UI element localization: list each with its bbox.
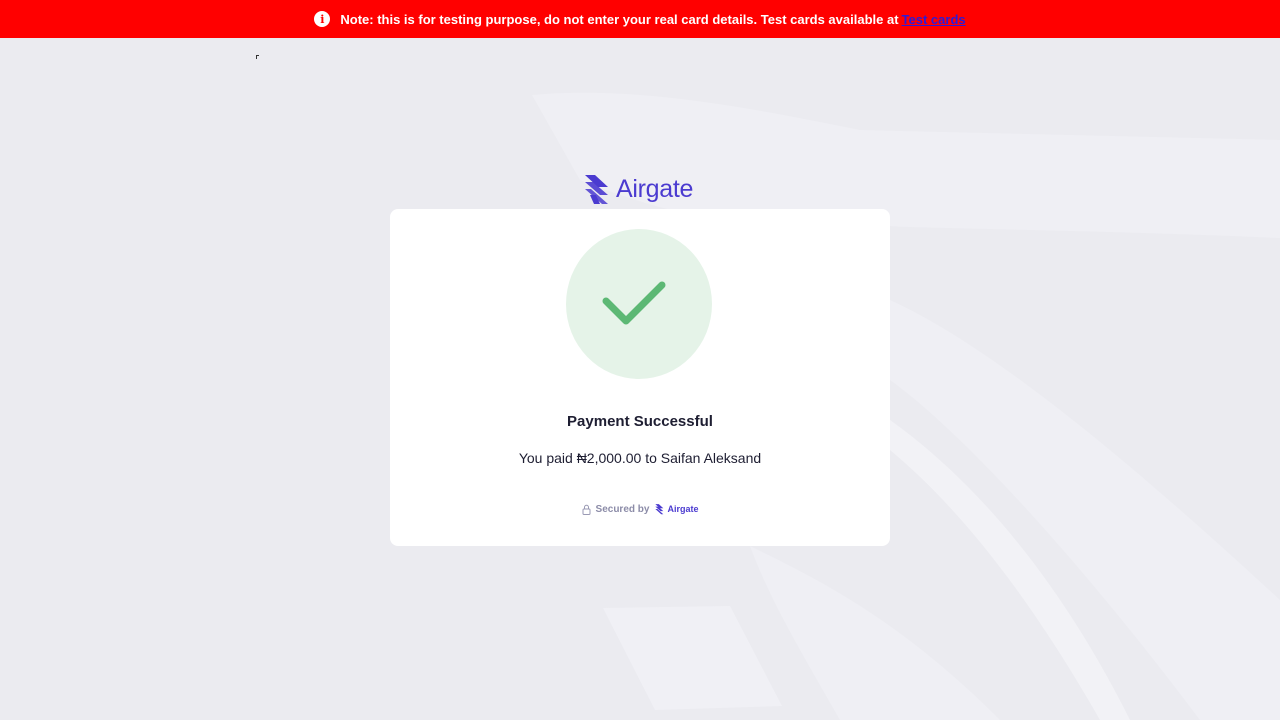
lock-icon [582,504,591,515]
cursor-mark [256,55,259,59]
airgate-logo-icon [585,175,608,204]
secured-by-footer: Secured by Airgate [390,503,890,515]
test-cards-link[interactable]: Test cards [902,12,966,27]
airgate-mini-logo-icon [655,504,664,515]
status-description: You paid ₦2,000.00 to Saifan Aleksand [518,450,762,466]
status-title: Payment Successful [567,413,713,430]
info-icon: i [314,11,331,27]
brand-name: Airgate [616,174,694,203]
test-mode-banner: i Note: this is for testing purpose, do … [0,0,1280,38]
banner-message: Note: this is for testing purpose, do no… [340,11,899,27]
payment-status-card: Payment Successful You paid ₦2,000.00 to… [390,209,890,546]
checkmark-icon [602,281,666,325]
secured-label: Secured by [595,503,650,515]
brand-logo: Airgate [584,172,693,206]
secured-brand-name: Airgate [667,504,699,514]
success-badge [566,229,712,379]
